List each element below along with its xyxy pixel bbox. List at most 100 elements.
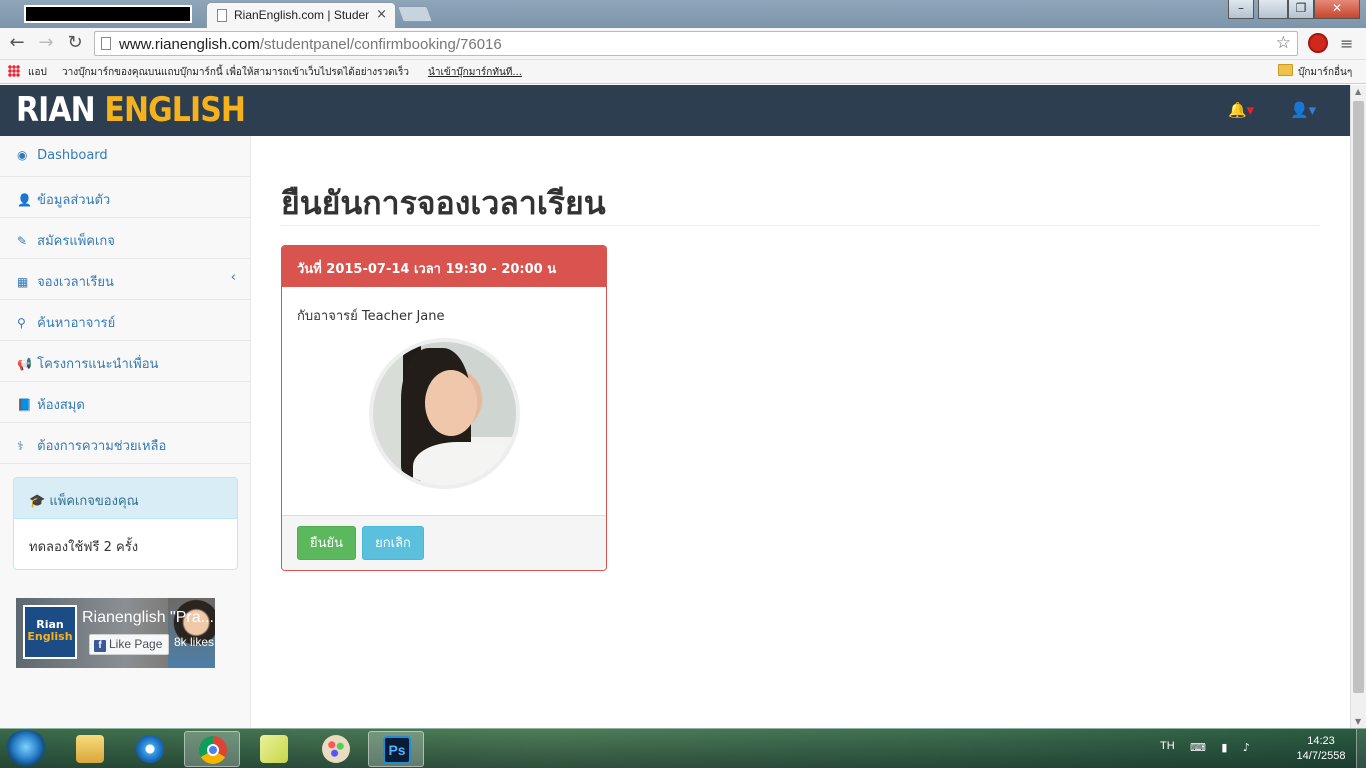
- windows-taskbar: Ps TH ⌨ ▮ ♪ 14:23 14/7/2558: [0, 728, 1366, 768]
- package-panel-heading: 🎓 แพ็คเกจของคุณ: [14, 478, 237, 519]
- tab-close-icon[interactable]: ×: [376, 7, 387, 22]
- bookmark-star-icon[interactable]: ☆: [1276, 33, 1291, 53]
- reload-icon[interactable]: ↻: [64, 32, 86, 53]
- site-navbar: RIAN ENGLISH 🔔▾ 👤▾: [0, 85, 1350, 136]
- sidebar-item-label: ค้นหาอาจารย์: [37, 316, 116, 331]
- browser-titlebar: RianEnglish.com | Student × – ❐ ✕: [0, 0, 1366, 28]
- folder-icon: [1278, 64, 1293, 76]
- package-panel-content: ทดลองใช้ฟรี 2 ครั้ง: [29, 540, 139, 555]
- sidebar-item-packages[interactable]: ✎ สมัครแพ็คเกจ: [0, 218, 250, 259]
- page-icon: [101, 37, 111, 50]
- stethoscope-icon: ⚕: [17, 439, 24, 453]
- import-bookmarks-link[interactable]: นำเข้าบุ๊กมาร์กทันที...: [428, 65, 522, 80]
- apps-icon[interactable]: [8, 65, 20, 77]
- sidebar-item-label: ห้องสมุด: [37, 398, 85, 413]
- booking-card: วันที่ 2015-07-14 เวลา 19:30 - 20:00 น ก…: [281, 245, 607, 571]
- other-bookmarks[interactable]: บุ๊กมาร์กอื่นๆ: [1298, 65, 1352, 80]
- bullhorn-icon: 📢: [17, 357, 32, 371]
- taskbar-sticky-notes[interactable]: [246, 731, 302, 767]
- sidebar-item-booking[interactable]: ▦ จองเวลาเรียน ‹: [0, 259, 250, 300]
- taskbar-paint[interactable]: [308, 731, 364, 767]
- chevron-left-icon[interactable]: ‹: [231, 270, 236, 285]
- forward-icon[interactable]: →: [35, 32, 57, 53]
- url-text[interactable]: www.rianenglish.com/studentpanel/confirm…: [119, 36, 502, 53]
- restore-button[interactable]: ❐: [1288, 0, 1314, 19]
- booking-card-footer: ยืนยัน ยกเลิก: [282, 515, 606, 570]
- chrome-menu-icon[interactable]: ≡: [1340, 34, 1353, 53]
- sidebar-item-library[interactable]: 📘 ห้องสมุด: [0, 382, 250, 423]
- sidebar-item-profile[interactable]: 👤 ข้อมูลส่วนตัว: [0, 177, 250, 218]
- start-button[interactable]: [4, 730, 48, 768]
- tab-title: RianEnglish.com | Student: [234, 8, 369, 22]
- scroll-thumb[interactable]: [1353, 101, 1364, 693]
- page-title: ยืนยันการจองเวลาเรียน: [281, 184, 606, 222]
- system-clock[interactable]: 14:23 14/7/2558: [1294, 734, 1348, 764]
- sidebar-item-help[interactable]: ⚕ ต้องการความช่วยเหลือ: [0, 423, 250, 464]
- scroll-down-icon[interactable]: ▼: [1355, 717, 1361, 726]
- show-desktop-button[interactable]: [1356, 729, 1366, 768]
- profile-button[interactable]: [1258, 0, 1288, 19]
- language-indicator[interactable]: TH: [1160, 740, 1175, 752]
- sidebar: ◉ Dashboard 👤 ข้อมูลส่วนตัว ✎ สมัครแพ็คเ…: [0, 136, 251, 728]
- teacher-avatar: [369, 338, 520, 489]
- sidebar-item-label: สมัครแพ็คเกจ: [37, 234, 115, 249]
- back-icon[interactable]: ←: [6, 32, 28, 53]
- user-menu-icon[interactable]: 👤▾: [1290, 101, 1316, 119]
- sidebar-item-label: โครงการแนะนำเพื่อน: [37, 357, 159, 372]
- cancel-button[interactable]: ยกเลิก: [362, 526, 424, 560]
- teacher-name: กับอาจารย์ Teacher Jane: [297, 309, 445, 324]
- new-tab-button[interactable]: [397, 6, 433, 22]
- chrome-icon: [199, 736, 227, 764]
- browser-tab-active[interactable]: RianEnglish.com | Student ×: [206, 2, 396, 28]
- facebook-icon: f: [94, 640, 106, 652]
- facebook-page-logo[interactable]: Rian English: [23, 605, 77, 659]
- extension-stop-icon[interactable]: [1308, 33, 1328, 53]
- package-panel: 🎓 แพ็คเกจของคุณ ทดลองใช้ฟรี 2 ครั้ง: [13, 477, 238, 570]
- notification-bell-icon[interactable]: 🔔▾: [1228, 101, 1254, 119]
- internet-explorer-icon: [136, 735, 164, 763]
- bookmarks-prompt: วางบุ๊กมาร์กของคุณบนแถบบุ๊กมาร์กนี้ เพื่…: [62, 67, 410, 78]
- page-header: ยืนยันการจองเวลาเรียน: [281, 178, 1319, 226]
- facebook-page-name[interactable]: Rianenglish "Pra...: [82, 609, 214, 627]
- main-content: ยืนยันการจองเวลาเรียน วันที่ 2015-07-14 …: [251, 136, 1350, 728]
- sidebar-item-label: จองเวลาเรียน: [37, 275, 114, 290]
- facebook-like-count: 8k likes: [174, 635, 215, 649]
- clock-date: 14/7/2558: [1296, 750, 1346, 762]
- taskbar-explorer[interactable]: [62, 731, 118, 767]
- sidebar-item-label: Dashboard: [37, 148, 108, 163]
- scroll-up-icon[interactable]: ▲: [1355, 87, 1361, 96]
- close-window-button[interactable]: ✕: [1314, 0, 1360, 19]
- bookmark-apps[interactable]: แอป: [28, 65, 47, 80]
- table-icon: ▦: [17, 275, 29, 289]
- sidebar-item-dashboard[interactable]: ◉ Dashboard: [0, 136, 250, 177]
- address-bar[interactable]: www.rianenglish.com/studentpanel/confirm…: [94, 31, 1298, 56]
- folder-icon: [76, 735, 104, 763]
- graduation-cap-icon: 🎓: [29, 494, 46, 509]
- page-scrollbar[interactable]: ▲ ▼: [1350, 85, 1366, 728]
- site-logo[interactable]: RIAN ENGLISH: [16, 90, 246, 130]
- sidebar-item-find-teacher[interactable]: ⚲ ค้นหาอาจารย์: [0, 300, 250, 341]
- browser-toolbar: ← → ↻ www.rianenglish.com/studentpanel/c…: [0, 28, 1366, 60]
- paint-icon: [322, 735, 350, 763]
- booking-card-body: กับอาจารย์ Teacher Jane: [282, 287, 606, 515]
- taskbar-chrome[interactable]: [184, 731, 240, 767]
- page-icon: [217, 9, 227, 22]
- minimize-button[interactable]: –: [1228, 0, 1254, 19]
- confirm-button[interactable]: ยืนยัน: [297, 526, 357, 560]
- clock-time: 14:23: [1307, 735, 1335, 747]
- redacted-tab[interactable]: [24, 5, 192, 23]
- taskbar-ie[interactable]: [122, 731, 178, 767]
- photoshop-icon: Ps: [383, 736, 411, 764]
- bookmarks-bar: แอป วางบุ๊กมาร์กของคุณบนแถบบุ๊กมาร์กนี้ …: [0, 60, 1366, 84]
- system-tray-icons[interactable]: ⌨ ▮ ♪: [1190, 741, 1256, 754]
- taskbar-photoshop[interactable]: Ps: [368, 731, 424, 767]
- sticky-notes-icon: [260, 735, 288, 763]
- booking-date-time: วันที่ 2015-07-14 เวลา 19:30 - 20:00 น: [282, 246, 606, 287]
- package-panel-title: แพ็คเกจของคุณ: [49, 494, 139, 509]
- facebook-page-plugin[interactable]: Rian English Rianenglish "Pra... f Like Pa…: [16, 598, 215, 668]
- sidebar-item-referral[interactable]: 📢 โครงการแนะนำเพื่อน: [0, 341, 250, 382]
- edit-icon: ✎: [17, 234, 28, 248]
- sidebar-item-label: ข้อมูลส่วนตัว: [37, 193, 111, 208]
- facebook-like-button[interactable]: f Like Page: [89, 634, 170, 655]
- page-viewport: RIAN ENGLISH 🔔▾ 👤▾ ◉ Dashboard 👤 ข้อมูลส…: [0, 85, 1350, 728]
